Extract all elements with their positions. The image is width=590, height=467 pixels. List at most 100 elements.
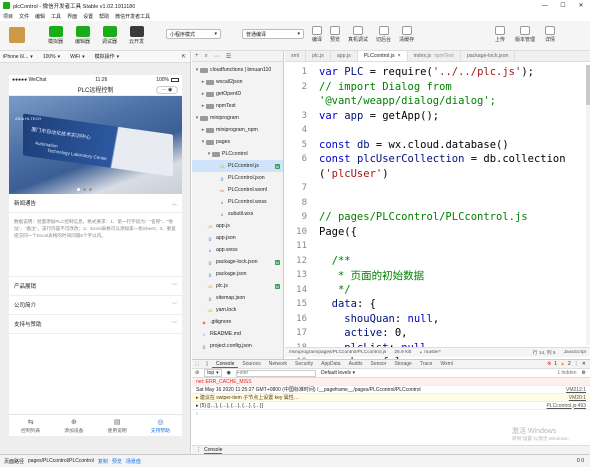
code-line[interactable]: 5 const db = wx.cloud.database() [285, 138, 590, 153]
file-tree-item[interactable]: # subutil.wxs [192, 208, 283, 220]
copy-link[interactable]: 复制 [98, 458, 108, 465]
code-line[interactable]: 13 * 页面的初始数据 [285, 268, 590, 283]
close-tab-icon[interactable]: × [398, 53, 401, 59]
devtools-tab[interactable]: Wxml [436, 360, 457, 368]
toolbar-button[interactable]: 编辑器 [75, 26, 90, 45]
devtools-tab[interactable]: Network [265, 360, 291, 368]
code-line[interactable]: 2 // import Dialog from [285, 80, 590, 95]
console-settings-icon[interactable]: ⚙ [582, 370, 590, 376]
file-tree-item[interactable]: JS PLCcontrol.js M [192, 160, 283, 172]
search-icon[interactable]: ⌕ [205, 53, 208, 60]
capsule-menu-button[interactable]: ··· ◉ [156, 86, 178, 94]
inspect-icon[interactable]: ⬚ [192, 361, 202, 367]
file-tree-item[interactable]: ▸ npmTest [192, 100, 283, 112]
menu-item[interactable]: 界面 [67, 13, 77, 20]
log-levels-select[interactable]: Default levels ▾ [321, 370, 355, 376]
code-line[interactable]: '@vant/weapp/dialog/dialog'; [285, 94, 590, 109]
console-log-source[interactable]: VM20:1 [569, 395, 590, 401]
toolbar-button[interactable]: 调试器 [102, 26, 117, 45]
toolbar-button[interactable]: 切后台 [376, 26, 391, 43]
editor-tab[interactable]: PLCcontrol.js × [357, 51, 408, 61]
toolbar-button[interactable]: 版本管理 [515, 26, 535, 43]
devtools-tab[interactable]: Sources [238, 360, 264, 368]
menu-item[interactable]: 帮助 [99, 13, 109, 20]
file-tree-item[interactable]: JS app.js [192, 220, 283, 232]
context-select[interactable]: top ▾ [204, 369, 222, 377]
toolbar-button[interactable]: 详情 [545, 26, 555, 43]
menu-item[interactable]: 文件 [19, 13, 29, 20]
file-tree-item[interactable]: {} package-lock.json M [192, 256, 283, 268]
file-tree-item[interactable]: {} sitemap.json [192, 292, 283, 304]
code-line[interactable]: 4 [285, 123, 590, 138]
editor-tab[interactable]: index.js npmTest [408, 51, 461, 61]
file-tree-item[interactable]: ▾ cloudfunctions | binuan110 [192, 64, 283, 76]
tabbar-item[interactable]: ⇆ 控制列表 [9, 418, 52, 434]
menu-item[interactable]: 工具 [51, 13, 61, 20]
file-tree-item[interactable]: {} PLCcontrol.json [192, 172, 283, 184]
code-line[interactable]: 12 /** [285, 254, 590, 269]
devtools-menu-icon[interactable]: ⋮ [574, 361, 579, 367]
devtools-tab[interactable]: Audits [345, 360, 367, 368]
code-line[interactable]: 11 [285, 239, 590, 254]
code-line[interactable]: 10 Page({ [285, 225, 590, 240]
file-tree-item[interactable]: {} app.json [192, 232, 283, 244]
minimize-icon[interactable]: — [536, 3, 554, 9]
code-line[interactable]: 17 active: 0, [285, 326, 590, 341]
preview-link[interactable]: 预览 [112, 458, 122, 465]
tabbar-item[interactable]: ⊕ 添加设备 [52, 418, 95, 434]
drawer-menu-icon[interactable]: ⋮ [196, 447, 201, 453]
devtools-tab[interactable]: Trace [416, 360, 437, 368]
device-select[interactable]: iPhone 6/... ▾ [3, 54, 33, 60]
code-line[interactable]: 6 const plcUserCollection = db.collection [285, 152, 590, 167]
code-line[interactable]: 14 */ [285, 283, 590, 298]
tabbar-item[interactable]: ◎ 支持赞助 [139, 418, 182, 434]
editor-scrollbar[interactable] [586, 65, 590, 345]
git-branch[interactable]: master* [424, 350, 441, 355]
code-line[interactable]: 1 var PLC = require('../../plc.js'); [285, 65, 590, 80]
close-icon[interactable]: ✕ [572, 2, 590, 9]
language-mode[interactable]: JavaScript [564, 350, 586, 355]
file-tree-item[interactable]: ◆ .gitignore [192, 316, 283, 328]
devtools-tab[interactable]: Security [291, 360, 317, 368]
file-tree-item[interactable]: i README.md [192, 328, 283, 340]
maximize-icon[interactable]: ☐ [554, 2, 572, 9]
add-file-icon[interactable]: + [195, 53, 199, 59]
code-line[interactable]: 15 data: { [285, 297, 590, 312]
mode-select[interactable]: 小程序模式 ▾ [166, 29, 221, 39]
file-tree-item[interactable]: JS yam.lock [192, 304, 283, 316]
toolbar-button[interactable]: 云开发 [129, 26, 144, 45]
eye-icon[interactable]: ◉ [227, 370, 231, 376]
code-line[interactable]: 16 shouQuan: null, [285, 312, 590, 327]
file-tree-item[interactable]: ▸ getOpenID [192, 88, 283, 100]
file-tree-item[interactable]: # PLCcontrol.wxss [192, 196, 283, 208]
file-tree-item[interactable]: # app.wxss [192, 244, 283, 256]
console-log-source[interactable]: VM212:1 [566, 387, 590, 393]
avatar[interactable] [9, 27, 25, 43]
clear-console-icon[interactable]: ⊘ [195, 370, 199, 376]
compile-select[interactable]: 普通编译 ▾ [242, 29, 304, 39]
popout-icon[interactable]: ⇱ [182, 54, 186, 60]
devtools-close-icon[interactable]: ✕ [582, 361, 586, 367]
devtools-tab[interactable]: AppData [317, 360, 344, 368]
collapse-item[interactable]: 公司简介 ﹀ [9, 296, 182, 315]
drawer-console-tab[interactable]: Console [204, 447, 223, 454]
file-tree-item[interactable]: JS plc.js M [192, 280, 283, 292]
collapse-news[interactable]: 新闻通告 ︿ [9, 194, 182, 213]
menu-item[interactable]: 设置 [83, 13, 93, 20]
tabbar-item[interactable]: ▤ 使用说明 [96, 418, 139, 434]
file-tree-item[interactable]: {} package.json [192, 268, 283, 280]
zoom-select[interactable]: 100% ▾ [43, 54, 60, 60]
warning-count-icon[interactable]: ▲ [560, 361, 565, 367]
collapse-item[interactable]: 支持与赞助 ﹀ [9, 315, 182, 334]
file-tree-item[interactable]: ▸ miniprogram_npm [192, 124, 283, 136]
toolbar-button[interactable]: 上传 [495, 26, 505, 43]
console-prompt[interactable]: › [192, 410, 590, 418]
menu-item[interactable]: 编辑 [35, 13, 45, 20]
code-line[interactable]: 7 [285, 181, 590, 196]
devtools-tab[interactable]: Sensor [366, 360, 390, 368]
toolbar-button[interactable]: 清缓存 [399, 26, 414, 43]
code-line[interactable]: ('plcUser') [285, 167, 590, 182]
toolbar-button[interactable]: 真机调试 [348, 26, 368, 43]
toolbar-button[interactable]: 模拟器 [48, 26, 63, 45]
editor-tab[interactable]: xml [285, 51, 307, 61]
